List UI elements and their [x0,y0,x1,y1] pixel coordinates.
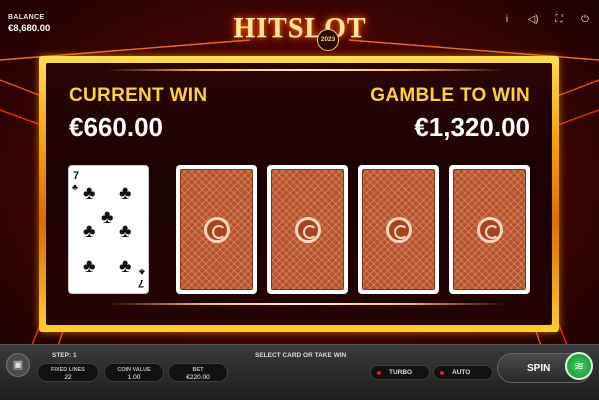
auto-toggle[interactable]: AUTO [433,365,493,380]
club-suit-icon: ♣ [139,267,145,277]
club-pip-icon: ♣ [101,207,114,228]
card-back-emblem-icon [294,216,321,243]
face-down-card-4[interactable] [449,165,530,294]
info-icon[interactable]: i [501,14,513,26]
coin-value-value: 1.00 [127,374,141,381]
turbo-toggle[interactable]: TURBO [370,365,430,380]
current-win-value: €660.00 [69,112,163,142]
auto-label: AUTO [452,369,471,376]
fixed-lines-value: 22 [64,374,72,381]
power-icon[interactable]: ⏻ [579,14,591,26]
spin-label: SPIN [527,363,551,374]
sound-icon[interactable]: ◁) [527,14,539,26]
card-rank-bottom: 7 [137,277,144,289]
card-rank-top: 7 [73,170,80,182]
gamble-panel-frame: CURRENT WIN €660.00 GAMBLE TO WIN €1,320… [39,56,559,332]
card-back-emblem-icon [476,216,503,243]
club-pip-icon: ♣ [119,183,132,204]
gamble-panel: CURRENT WIN €660.00 GAMBLE TO WIN €1,320… [46,63,552,325]
bet-value: €220.00 [186,374,210,381]
bet-display[interactable]: BET €220.00 [168,363,228,382]
game-logo: HITSLOT 2023 [230,12,370,51]
paytable-icon[interactable]: ▣ [6,353,30,377]
turbo-label: TURBO [389,369,413,376]
balance-value: €8,680.00 [8,23,51,34]
face-down-card-3[interactable] [358,165,439,294]
status-message: SELECT CARD OR TAKE WIN [255,352,347,359]
card-back-emblem-icon [385,216,412,243]
face-down-card-2[interactable] [267,165,348,294]
club-pip-icon: ♣ [119,256,132,277]
club-pip-icon: ♣ [119,221,132,242]
bet-label: BET [192,367,204,373]
top-glow-line [106,69,506,71]
fullscreen-icon[interactable]: ⛶ [553,14,565,26]
bottom-glow-line [106,303,506,305]
fixed-lines-label: FIXED LINES [51,367,85,373]
club-suit-icon: ♣ [72,182,78,192]
gamble-to-win-value: €1,320.00 [414,112,530,142]
card-back-emblem-icon [203,216,230,243]
coin-value-label: COIN VALUE [117,367,151,373]
turbo-indicator [377,371,381,375]
fixed-lines-display: FIXED LINES 22 [37,363,99,382]
balance-display: BALANCE €8,680.00 [8,14,50,34]
step-indicator: STEP: 1 [52,352,77,359]
top-icon-bar: i ◁) ⛶ ⏻ [501,14,591,26]
dealer-card-seven-of-clubs: 7 ♣ ♣ ♣ ♣ ♣ ♣ ♣ ♣ ♣ 7 [68,165,149,294]
logo-text: HITSLOT [233,13,367,44]
control-bar: ▣ STEP: 1 SELECT CARD OR TAKE WIN FIXED … [0,344,599,400]
club-pip-icon: ♣ [83,183,96,204]
collect-win-button[interactable]: ≋ [565,352,593,380]
coin-value-display[interactable]: COIN VALUE 1.00 [104,363,164,382]
current-win-label: CURRENT WIN [69,85,208,106]
auto-indicator [440,371,444,375]
logo-year-badge: 2023 [317,29,339,51]
club-pip-icon: ♣ [83,221,96,242]
balance-label: BALANCE [8,14,45,21]
club-pip-icon: ♣ [83,256,96,277]
gamble-to-win-label: GAMBLE TO WIN [370,85,530,106]
face-down-card-1[interactable] [176,165,257,294]
